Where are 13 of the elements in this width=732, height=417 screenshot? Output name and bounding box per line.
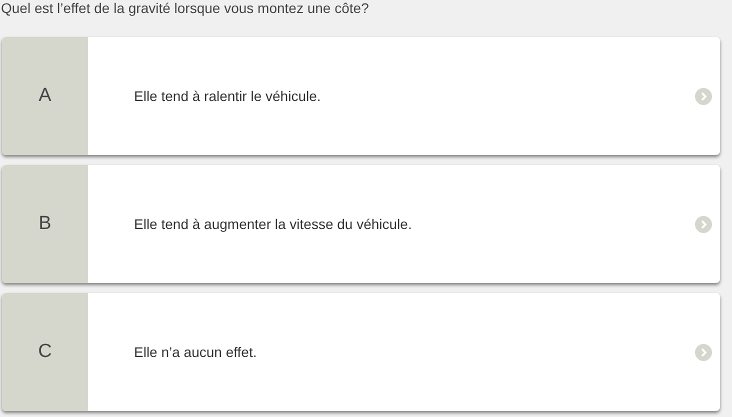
chevron-right-icon <box>694 344 712 360</box>
answer-letter: B <box>2 165 88 283</box>
answer-text: Elle n’a aucun effet. <box>133 342 258 362</box>
answer-option[interactable]: B Elle tend à augmenter la vitesse du véhicule. <box>2 165 720 283</box>
answer-option[interactable]: C Elle n’a aucun effet. <box>2 293 720 411</box>
chevron-right-icon <box>694 216 712 232</box>
chevron-right-icon <box>694 88 712 104</box>
question-text: Quel est l’effet de la gravité lorsque vous montez une côte? <box>0 0 369 17</box>
answer-letter: C <box>2 293 88 411</box>
answer-letter: A <box>2 37 88 155</box>
answer-option[interactable]: A Elle tend à ralentir le véhicule. <box>2 37 720 155</box>
answer-text: Elle tend à ralentir le véhicule. <box>133 86 322 106</box>
answer-text: Elle tend à augmenter la vitesse du véhicule. <box>133 214 413 234</box>
